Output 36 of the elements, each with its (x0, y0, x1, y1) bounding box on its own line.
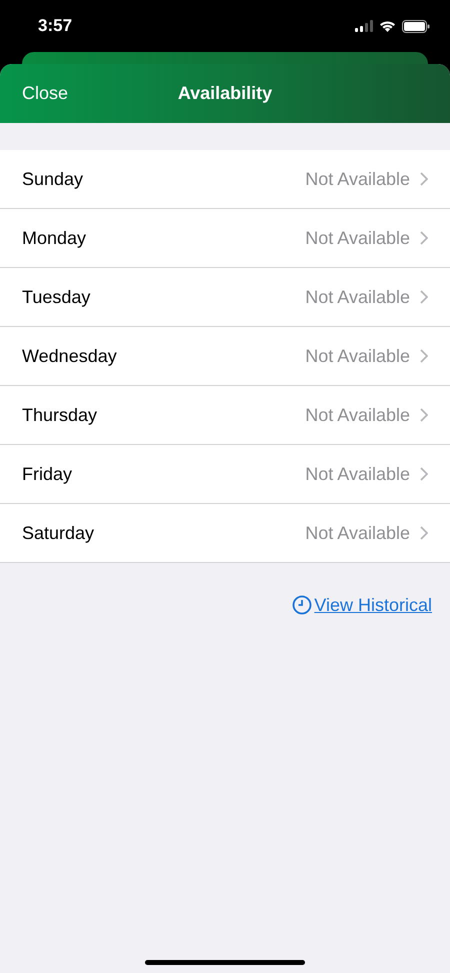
day-row[interactable]: Tuesday Not Available (0, 268, 450, 327)
day-row[interactable]: Monday Not Available (0, 209, 450, 268)
close-button[interactable]: Close (22, 83, 68, 104)
chevron-icon (420, 408, 428, 422)
day-label: Monday (22, 228, 88, 248)
chevron-icon (420, 231, 428, 245)
signal-icon (355, 20, 373, 32)
chevron-icon (420, 467, 428, 481)
status-time: 3:57 (38, 16, 72, 36)
day-label: Friday (22, 464, 74, 484)
clock-icon (292, 595, 312, 615)
wifi-icon (379, 20, 396, 32)
chevron-icon (420, 349, 428, 363)
day-label: Saturday (22, 522, 96, 544)
availability-status: Not Available (305, 404, 410, 426)
availability-status: Not Available (305, 168, 410, 190)
view-historical-link[interactable]: View Historical (314, 595, 432, 616)
day-label: Tuesday (22, 286, 92, 308)
availability-status: Not Available (305, 286, 410, 308)
day-row[interactable]: Thursday Not Available (0, 386, 450, 445)
day-row[interactable]: Wednesday Not Available (0, 327, 450, 386)
availability-status: Not Available (305, 228, 410, 248)
day-row[interactable]: Friday Not Available (0, 445, 450, 504)
header-title: Availability (178, 83, 272, 104)
availability-status: Not Available (305, 346, 410, 366)
chevron-icon (420, 290, 428, 304)
day-label: Sunday (22, 168, 84, 190)
chevron-icon (420, 172, 428, 186)
availability-status: Not Available (305, 464, 410, 484)
day-row[interactable]: Sunday Not Available (0, 150, 450, 209)
day-row[interactable]: Saturday Not Available (0, 504, 450, 563)
availability-status: Not Available (305, 522, 410, 544)
day-label: Wednesday (22, 346, 118, 366)
chevron-icon (420, 526, 428, 540)
battery-icon (402, 20, 430, 32)
day-label: Thursday (22, 404, 98, 426)
